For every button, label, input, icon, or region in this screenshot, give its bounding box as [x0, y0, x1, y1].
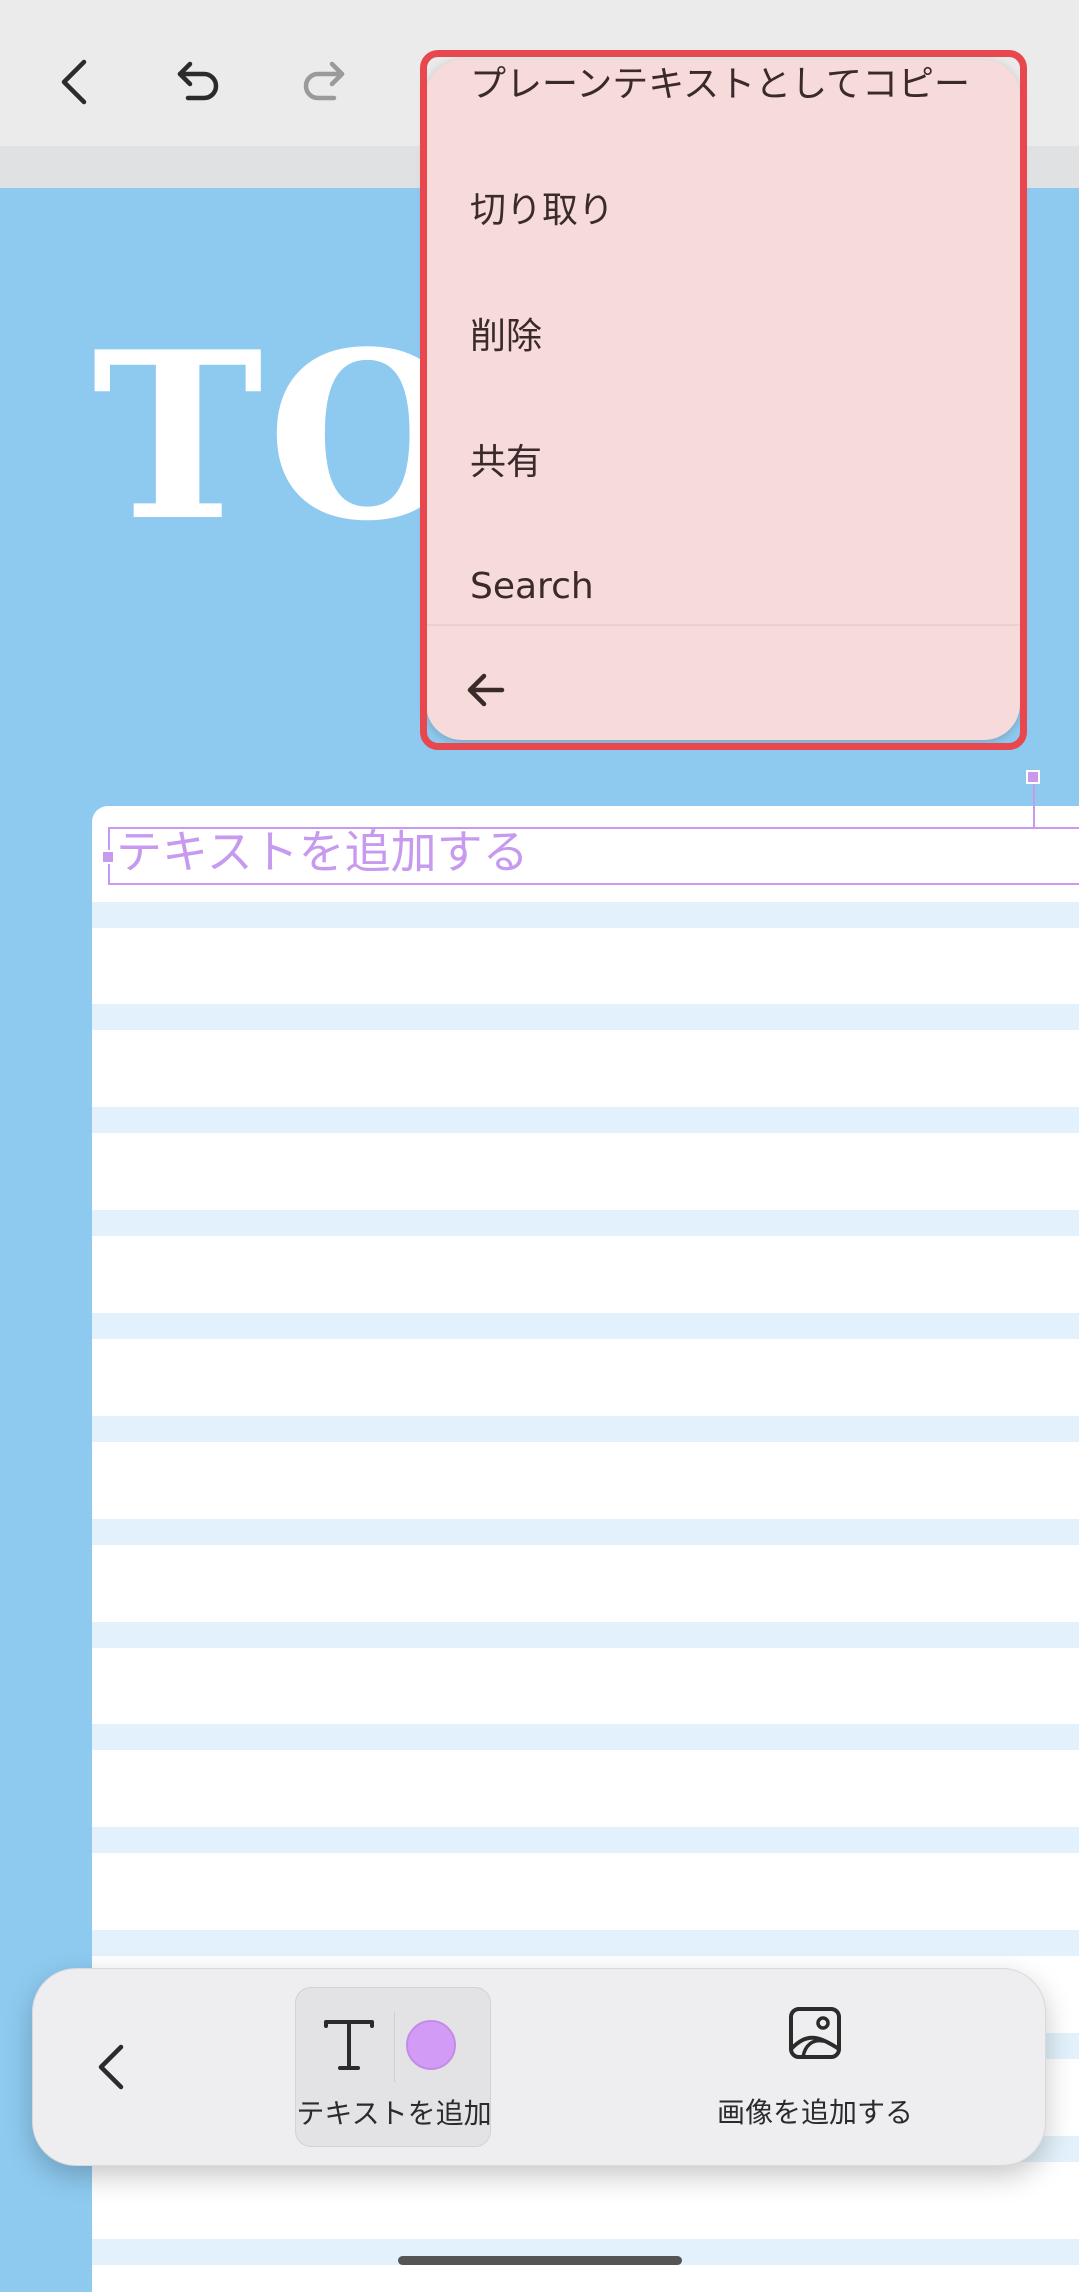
paper-rule-line — [92, 1210, 1079, 1236]
canvas-title-text[interactable]: TO — [92, 322, 472, 552]
paper-rule-line — [92, 1519, 1079, 1545]
paper-rule-line — [92, 1004, 1079, 1030]
paper-rule-line — [92, 1313, 1079, 1339]
paper-rule-line — [92, 1622, 1079, 1648]
bottom-toolbar: テキストを追加 画像を追加する — [32, 1968, 1046, 2166]
paper-rule-line — [92, 1724, 1079, 1750]
back-chevron-icon[interactable] — [44, 50, 108, 114]
redo-icon[interactable] — [292, 50, 356, 114]
rotate-handle[interactable] — [1026, 770, 1040, 784]
tool-divider — [394, 2012, 395, 2082]
add-text-button[interactable]: テキストを追加 — [295, 1987, 492, 2147]
paper-rule-line — [92, 1827, 1079, 1853]
resize-handle-left[interactable] — [101, 850, 115, 864]
undo-icon[interactable] — [166, 50, 230, 114]
home-indicator[interactable] — [398, 2256, 682, 2265]
add-text-label: テキストを追加 — [296, 2097, 492, 2130]
text-tool-icon — [318, 2014, 380, 2076]
collapse-chevron-icon[interactable] — [81, 2035, 145, 2099]
add-image-label[interactable]: 画像を追加する — [693, 2091, 937, 2131]
text-box-placeholder[interactable]: テキストを追加する — [116, 822, 529, 882]
paper-rule-line — [92, 1930, 1079, 1956]
paper-rule-line — [92, 1416, 1079, 1442]
paper-rule-line — [92, 902, 1079, 928]
image-icon[interactable] — [787, 2005, 843, 2061]
highlight-frame — [420, 50, 1027, 750]
text-color-swatch[interactable] — [406, 2020, 456, 2070]
rotate-handle-line — [1033, 784, 1035, 827]
paper-rule-line — [92, 1107, 1079, 1133]
